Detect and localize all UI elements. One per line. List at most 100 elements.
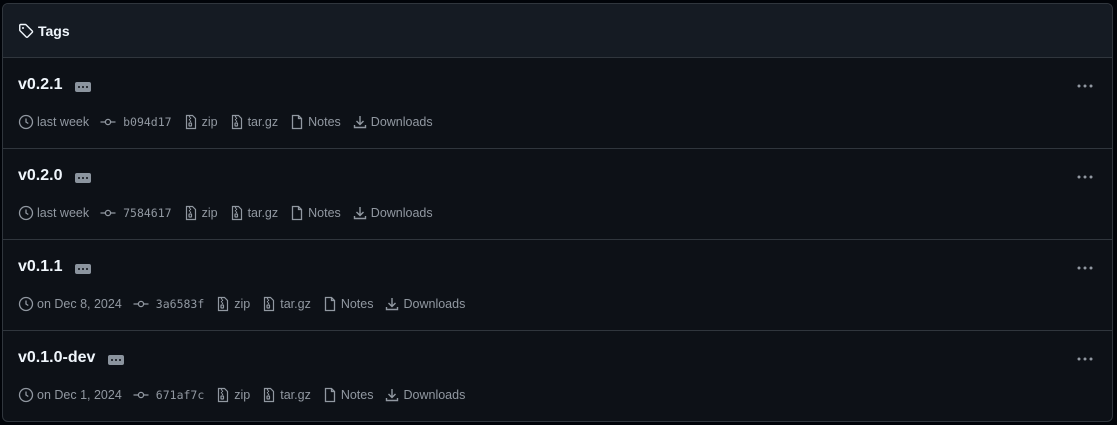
commit-link[interactable]: 671af7c bbox=[133, 387, 204, 403]
file-icon bbox=[322, 296, 341, 312]
commit-link-label: b094d17 bbox=[123, 115, 172, 129]
date: on Dec 1, 2024 bbox=[18, 387, 122, 403]
commit-icon bbox=[100, 114, 119, 130]
commit-icon bbox=[133, 387, 152, 403]
notes-link[interactable]: Notes bbox=[322, 387, 374, 403]
tag-name-link[interactable]: v0.1.0-dev bbox=[18, 349, 95, 367]
date: last week bbox=[18, 114, 89, 130]
notes-link[interactable]: Notes bbox=[322, 296, 374, 312]
date-label: on Dec 8, 2024 bbox=[37, 297, 122, 311]
targz-download-link-label: tar.gz bbox=[280, 297, 311, 311]
clock-icon bbox=[18, 205, 37, 221]
zip-download-link-label: zip bbox=[201, 115, 218, 129]
kebab-menu-icon[interactable] bbox=[1075, 351, 1095, 367]
download-icon bbox=[384, 387, 403, 403]
zip-download-link[interactable]: zip bbox=[183, 205, 218, 221]
kebab-menu-icon[interactable] bbox=[1075, 260, 1095, 276]
targz-download-link[interactable]: tar.gz bbox=[261, 296, 311, 312]
tag-row: v0.1.0-dev on Dec 1, 2024 671af7c zip tar.g… bbox=[3, 331, 1112, 421]
clock-icon bbox=[18, 387, 37, 403]
targz-download-link-label: tar.gz bbox=[280, 388, 311, 402]
notes-link-label: Notes bbox=[340, 297, 374, 311]
commit-link-label: 671af7c bbox=[155, 388, 205, 402]
tag-row: v0.2.1 last week b094d17 zip tar.gz Notes Dow… bbox=[3, 58, 1112, 149]
file-zip-icon bbox=[183, 205, 202, 221]
zip-download-link-label: zip bbox=[201, 206, 218, 220]
targz-download-link-label: tar.gz bbox=[247, 206, 279, 220]
download-icon bbox=[384, 296, 403, 312]
downloads-link-label: Downloads bbox=[370, 206, 433, 220]
download-icon bbox=[352, 114, 371, 130]
expand-ellipsis-button[interactable] bbox=[75, 172, 92, 183]
tag-icon bbox=[18, 23, 34, 39]
download-icon bbox=[352, 205, 371, 221]
tags-box: Tags v0.2.1 last week b094d17 zip tar.gz Not… bbox=[2, 3, 1113, 422]
file-zip-icon bbox=[261, 296, 280, 312]
date-label: last week bbox=[37, 206, 90, 220]
file-zip-icon bbox=[183, 114, 202, 130]
commit-link-label: 3a6583f bbox=[155, 297, 205, 311]
notes-link-label: Notes bbox=[308, 115, 341, 129]
kebab-menu-icon[interactable] bbox=[1075, 169, 1095, 185]
file-zip-icon bbox=[215, 387, 234, 403]
tags-header: Tags bbox=[3, 4, 1112, 58]
notes-link-label: Notes bbox=[308, 206, 341, 220]
zip-download-link[interactable]: zip bbox=[215, 296, 250, 312]
commit-icon bbox=[133, 296, 152, 312]
commit-link[interactable]: 7584617 bbox=[100, 205, 172, 221]
downloads-link[interactable]: Downloads bbox=[384, 387, 465, 403]
downloads-link[interactable]: Downloads bbox=[384, 296, 465, 312]
clock-icon bbox=[18, 114, 37, 130]
tag-name-link[interactable]: v0.1.1 bbox=[18, 258, 62, 276]
targz-download-link[interactable]: tar.gz bbox=[261, 387, 311, 403]
file-zip-icon bbox=[261, 387, 280, 403]
tag-name-line: v0.2.1 bbox=[18, 76, 92, 94]
expand-ellipsis-button[interactable] bbox=[75, 263, 92, 274]
notes-link[interactable]: Notes bbox=[289, 205, 341, 221]
zip-download-link[interactable]: zip bbox=[215, 387, 250, 403]
date-label: on Dec 1, 2024 bbox=[37, 388, 122, 402]
expand-ellipsis-button[interactable] bbox=[108, 354, 125, 365]
commit-icon bbox=[100, 205, 119, 221]
notes-link[interactable]: Notes bbox=[289, 114, 341, 130]
tag-name-line: v0.2.0 bbox=[18, 167, 92, 185]
zip-download-link-label: zip bbox=[234, 388, 251, 402]
date: last week bbox=[18, 205, 89, 221]
notes-link-label: Notes bbox=[340, 388, 374, 402]
tag-meta: last week 7584617 zip tar.gz Notes Downloads bbox=[18, 205, 444, 221]
tag-meta: on Dec 8, 2024 3a6583f zip tar.gz Notes Downl… bbox=[18, 296, 476, 312]
kebab-menu-icon[interactable] bbox=[1075, 78, 1095, 94]
date-label: last week bbox=[37, 115, 90, 129]
downloads-link[interactable]: Downloads bbox=[352, 114, 433, 130]
tag-name-line: v0.1.1 bbox=[18, 258, 92, 276]
tag-name-line: v0.1.0-dev bbox=[18, 349, 125, 367]
file-zip-icon bbox=[215, 296, 234, 312]
tag-meta: last week b094d17 zip tar.gz Notes Downloads bbox=[18, 114, 444, 130]
file-icon bbox=[322, 387, 341, 403]
tag-row: v0.1.1 on Dec 8, 2024 3a6583f zip tar.gz Not… bbox=[3, 240, 1112, 331]
tag-name-link[interactable]: v0.2.0 bbox=[18, 167, 62, 185]
file-icon bbox=[289, 114, 308, 130]
zip-download-link-label: zip bbox=[234, 297, 251, 311]
file-zip-icon bbox=[229, 114, 248, 130]
targz-download-link[interactable]: tar.gz bbox=[229, 114, 279, 130]
targz-download-link-label: tar.gz bbox=[247, 115, 279, 129]
downloads-link-label: Downloads bbox=[403, 297, 466, 311]
downloads-link-label: Downloads bbox=[370, 115, 433, 129]
commit-link[interactable]: 3a6583f bbox=[133, 296, 204, 312]
date: on Dec 8, 2024 bbox=[18, 296, 122, 312]
commit-link-label: 7584617 bbox=[123, 206, 172, 220]
tag-meta: on Dec 1, 2024 671af7c zip tar.gz Notes Downl… bbox=[18, 387, 476, 403]
file-zip-icon bbox=[229, 205, 248, 221]
zip-download-link[interactable]: zip bbox=[183, 114, 218, 130]
targz-download-link[interactable]: tar.gz bbox=[229, 205, 279, 221]
downloads-link[interactable]: Downloads bbox=[352, 205, 433, 221]
tag-name-link[interactable]: v0.2.1 bbox=[18, 76, 62, 94]
downloads-link-label: Downloads bbox=[403, 388, 466, 402]
clock-icon bbox=[18, 296, 37, 312]
expand-ellipsis-button[interactable] bbox=[75, 81, 92, 92]
file-icon bbox=[289, 205, 308, 221]
tag-row: v0.2.0 last week 7584617 zip tar.gz Notes Dow… bbox=[3, 149, 1112, 240]
tags-title: Tags bbox=[38, 22, 70, 39]
commit-link[interactable]: b094d17 bbox=[100, 114, 172, 130]
